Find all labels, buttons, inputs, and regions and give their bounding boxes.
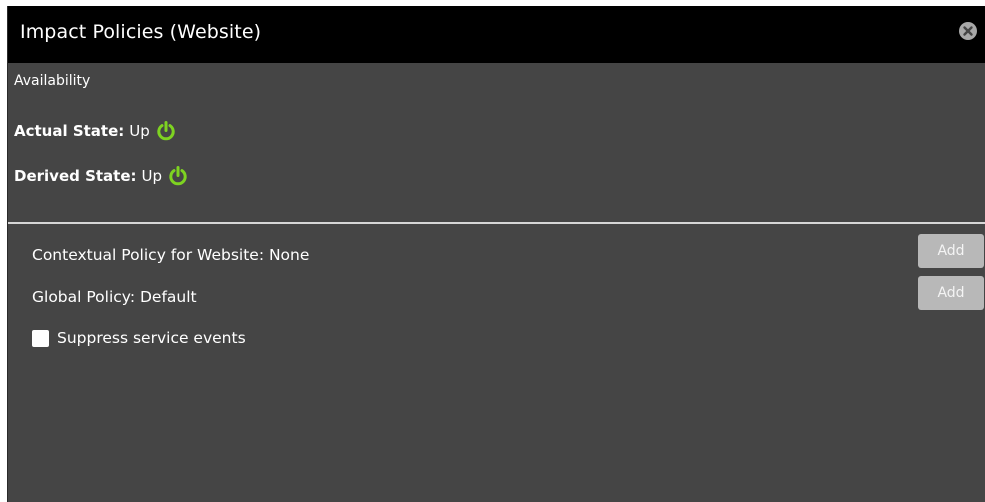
derived-state-label: Derived State: <box>14 167 137 185</box>
actual-state-value: Up <box>129 122 150 140</box>
contextual-policy-text: Contextual Policy for Website: None <box>32 246 310 264</box>
derived-state-value: Up <box>141 167 163 185</box>
actual-state-row: Actual State: Up <box>14 120 177 142</box>
availability-label: Availability <box>14 73 91 89</box>
suppress-service-events-checkbox[interactable] <box>32 329 49 347</box>
power-icon <box>167 165 189 187</box>
add-global-policy-button[interactable]: Add <box>918 276 984 310</box>
add-contextual-policy-button[interactable]: Add <box>918 234 984 268</box>
close-icon[interactable] <box>959 22 977 40</box>
suppress-service-events-row: Suppress service events <box>32 329 246 347</box>
derived-state-row: Derived State: Up <box>14 165 189 187</box>
power-icon <box>155 120 177 142</box>
global-policy-text: Global Policy: Default <box>32 288 197 306</box>
section-divider <box>8 222 985 224</box>
actual-state-label: Actual State: <box>14 122 125 140</box>
impact-policies-dialog: Impact Policies (Website) Availability A… <box>8 6 985 502</box>
suppress-service-events-label: Suppress service events <box>57 329 246 347</box>
dialog-titlebar: Impact Policies (Website) <box>8 6 985 63</box>
dialog-title: Impact Policies (Website) <box>20 21 262 43</box>
